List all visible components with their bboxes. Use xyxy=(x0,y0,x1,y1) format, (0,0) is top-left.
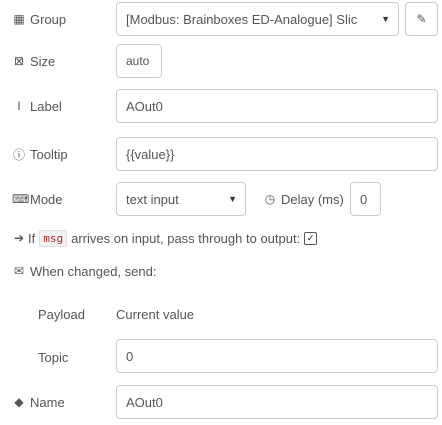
info-icon: ⓘ xyxy=(12,147,25,162)
name-label: ◆ Name xyxy=(12,385,65,419)
payload-label: Payload xyxy=(38,307,85,322)
delay-input[interactable]: 0 xyxy=(350,182,381,216)
tooltip-label: ⓘ Tooltip xyxy=(12,137,68,171)
label-label-text: Label xyxy=(30,98,62,114)
tag-icon: ◆ xyxy=(14,395,24,409)
text-cursor-icon: I xyxy=(17,99,21,113)
name-input[interactable]: AOut0 xyxy=(116,385,438,419)
group-select-value: [Modbus: Brainboxes ED-Analogue] Slic xyxy=(126,11,358,27)
tooltip-input[interactable]: {{value}} xyxy=(116,137,438,171)
tooltip-label-text: Tooltip xyxy=(30,146,68,162)
size-value: auto xyxy=(126,54,150,68)
passthrough-text-after: arrives on input, pass through to output… xyxy=(71,230,301,246)
size-button[interactable]: auto xyxy=(116,44,162,78)
topic-label: Topic xyxy=(38,350,69,365)
chevron-down-icon: ▼ xyxy=(381,14,390,24)
table-icon: ▦ xyxy=(13,12,25,26)
group-select[interactable]: [Modbus: Brainboxes ED-Analogue] Slic ▼ xyxy=(116,2,399,36)
pencil-icon: ✎ xyxy=(416,12,427,26)
passthrough-checkbox[interactable]: ✓ xyxy=(304,231,318,245)
edit-group-button[interactable]: ✎ xyxy=(405,2,438,36)
group-label: ▦ Group xyxy=(12,2,66,36)
size-icon: ⊠ xyxy=(13,54,25,68)
passthrough-text-before: If xyxy=(28,230,36,246)
keyboard-icon: ⌨ xyxy=(12,192,30,206)
tooltip-input-value: {{value}} xyxy=(126,146,175,162)
size-label-text: Size xyxy=(30,53,56,69)
mode-select[interactable]: text input ▼ xyxy=(116,182,246,216)
msg-code: msg xyxy=(39,229,68,247)
delay-input-value: 0 xyxy=(360,191,368,207)
chevron-down-icon: ▼ xyxy=(228,194,237,204)
name-label-text: Name xyxy=(30,394,65,410)
mode-label-text: Mode xyxy=(30,191,63,207)
group-label-text: Group xyxy=(30,11,67,27)
label-label: I Label xyxy=(12,89,62,123)
topic-input-value: 0 xyxy=(126,348,134,364)
label-input[interactable]: AOut0 xyxy=(116,89,438,123)
label-input-value: AOut0 xyxy=(126,98,163,114)
envelope-icon: ✉ xyxy=(13,264,25,278)
passthrough-row: ➔ If msg arrives on input, pass through … xyxy=(12,225,318,251)
mode-select-value: text input xyxy=(126,191,179,207)
payload-value[interactable]: Current value xyxy=(116,307,194,322)
clock-icon: ◷ xyxy=(264,192,276,206)
size-label: ⊠ Size xyxy=(12,44,55,78)
delay-label-text: Delay (ms) xyxy=(281,191,344,207)
topic-input[interactable]: 0 xyxy=(116,339,438,373)
arrow-right-icon: ➔ xyxy=(13,231,25,245)
name-input-value: AOut0 xyxy=(126,394,163,410)
delay-label: ◷ Delay (ms) xyxy=(263,182,344,216)
mode-label: ⌨ Mode xyxy=(12,182,63,216)
when-changed-text: When changed, send: xyxy=(30,263,157,279)
when-changed-label: ✉ When changed, send: xyxy=(12,258,157,284)
